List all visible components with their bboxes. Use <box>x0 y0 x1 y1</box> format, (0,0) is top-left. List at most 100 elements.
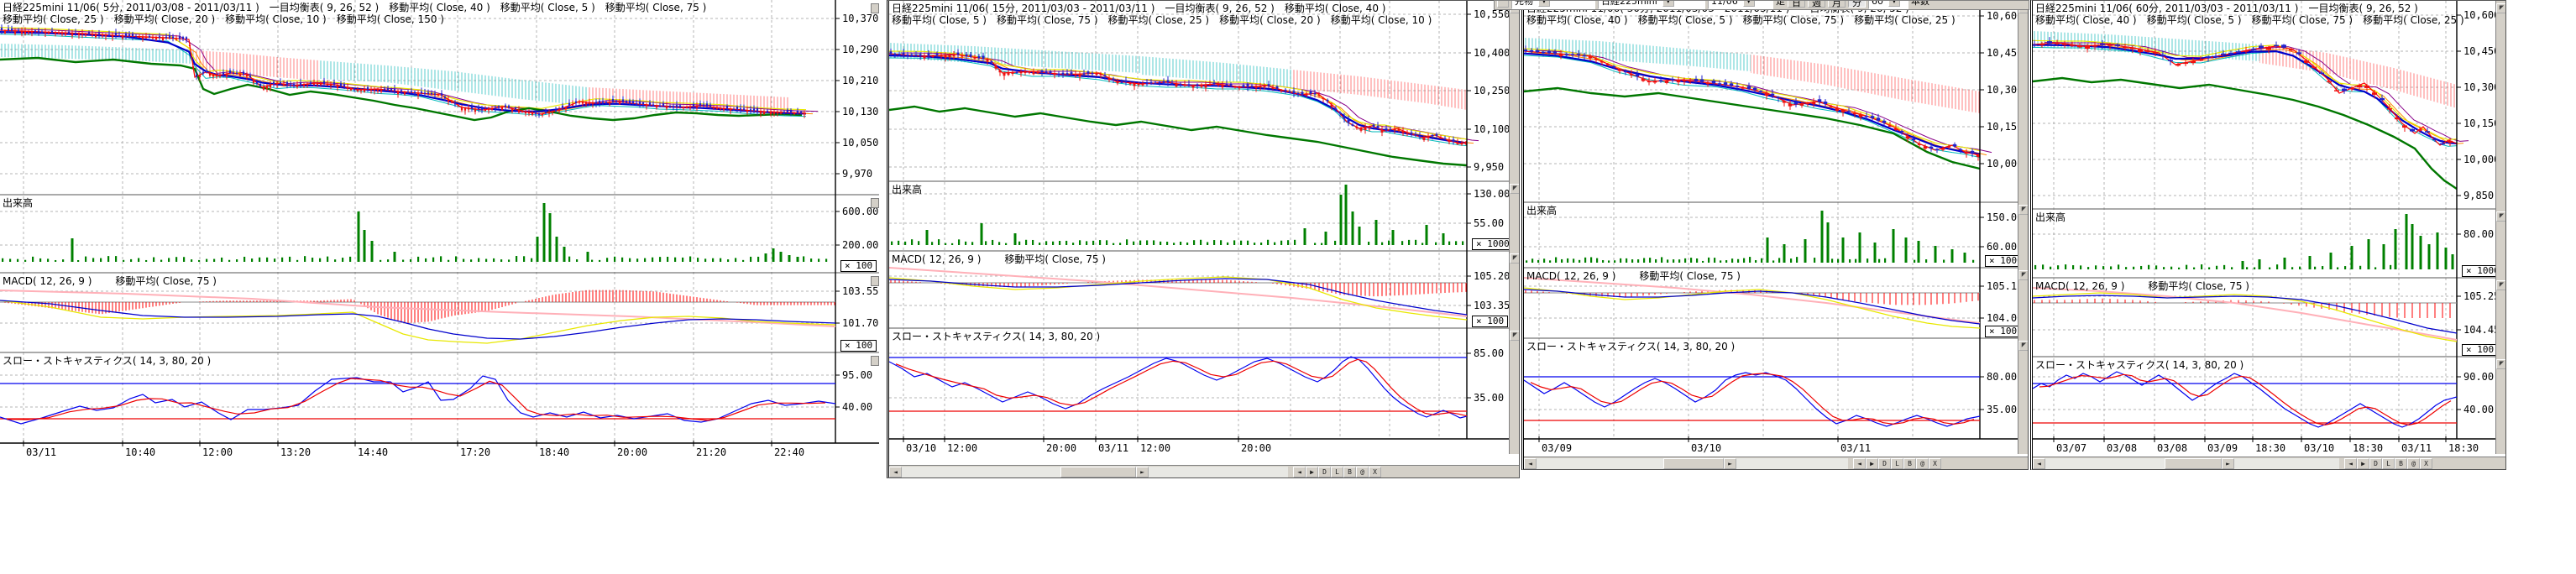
section-resize-button[interactable]: ◤ <box>2496 3 2506 13</box>
candlestick <box>1835 108 1840 111</box>
mini-toolbar-button[interactable]: ▶ <box>1866 458 1878 469</box>
scroll-right-button[interactable]: ► <box>2222 458 2234 469</box>
candlestick <box>894 54 897 55</box>
period-minute-button[interactable]: 分 <box>1848 0 1866 8</box>
scrollbar-track[interactable] <box>1149 467 1288 477</box>
candlestick <box>518 110 520 112</box>
scroll-right-button[interactable]: ► <box>1724 458 1736 469</box>
category-dropdown[interactable]: 先物▼ <box>1511 0 1595 9</box>
section-resize-button[interactable]: ◤ <box>2018 270 2029 280</box>
candlestick <box>646 105 647 107</box>
candlestick <box>55 33 56 34</box>
mini-toolbar-button[interactable]: D <box>1878 458 1891 469</box>
section-resize-button[interactable]: ◤ <box>2018 205 2029 215</box>
candlestick <box>384 89 385 91</box>
mini-toolbar-button[interactable]: B <box>1903 458 1916 469</box>
mini-toolbar-button[interactable]: X <box>1929 458 1941 469</box>
volume-bar <box>1543 258 1545 263</box>
scrollbar-thumb[interactable] <box>1663 458 1724 469</box>
volume-bar <box>1254 243 1255 245</box>
candlestick <box>1859 115 1863 117</box>
period-monthly-button[interactable]: 月 <box>1828 0 1846 8</box>
mini-toolbar-button[interactable]: ◄ <box>2344 458 2357 469</box>
instrument-dropdown[interactable]: 日経225mini▼ <box>1598 0 1705 9</box>
section-resize-button[interactable]: ◤ <box>2496 280 2506 290</box>
volume-bar <box>958 239 960 245</box>
candlestick <box>1457 143 1459 144</box>
volume-bar <box>1531 258 1533 263</box>
section-resize-button[interactable]: ◤ <box>2496 359 2506 369</box>
candlestick <box>21 31 23 34</box>
scroll-left-button[interactable]: ◄ <box>1524 458 1537 469</box>
mini-toolbar-button[interactable]: ▶ <box>2357 458 2369 469</box>
axis-tick-label: 60.00 <box>1987 241 2017 253</box>
section-resize-button[interactable]: ◤ <box>1510 331 1520 341</box>
candlestick <box>542 114 543 116</box>
mini-toolbar-button[interactable]: @ <box>2407 458 2420 469</box>
scroll-left-button[interactable]: ◄ <box>2033 458 2045 469</box>
axis-tick-label: 104.45 <box>2463 324 2500 336</box>
candlestick <box>919 54 922 55</box>
axis-scroll-nub[interactable] <box>871 276 879 286</box>
macd-multiplier-box: × 100 <box>1472 316 1508 327</box>
scrollbar-track[interactable] <box>2234 458 2339 469</box>
candlestick <box>1050 71 1052 73</box>
horizontal-scrollbar[interactable]: ◄►◄▶DLB@X <box>889 465 1520 478</box>
scrollbar-track[interactable] <box>1537 458 1663 469</box>
macd-multiplier-box: × 100 <box>2462 344 2498 356</box>
section-resize-button[interactable]: ◤ <box>1510 184 1520 194</box>
section-resize-button[interactable]: ◤ <box>2018 341 2029 351</box>
horizontal-scrollbar[interactable]: ◄►◄▶DLB@X <box>1524 457 2029 470</box>
period-daily-button[interactable]: 日 <box>1788 0 1805 8</box>
axis-scroll-nub[interactable] <box>871 356 879 366</box>
candlestick <box>1352 124 1354 126</box>
scrollbar-track[interactable] <box>2045 458 2165 469</box>
mini-toolbar-button[interactable]: D <box>1318 467 1331 477</box>
candlestick <box>999 70 1002 72</box>
mini-toolbar-button[interactable]: ◄ <box>1293 467 1306 477</box>
horizontal-scrollbar[interactable]: ◄►◄▶DLB@X <box>2033 457 2506 470</box>
mini-toolbar-button[interactable]: ◄ <box>1853 458 1866 469</box>
scroll-right-button[interactable]: ► <box>1136 467 1149 477</box>
mini-toolbar-button[interactable]: D <box>2369 458 2382 469</box>
macd-ma-label: 移動平均( Close, 75 ) <box>1004 253 1106 265</box>
mini-toolbar-button[interactable]: L <box>1891 458 1903 469</box>
candlestick <box>448 99 449 102</box>
candlestick <box>1559 54 1563 56</box>
mini-toolbar-button[interactable]: @ <box>1356 467 1369 477</box>
volume-bar <box>1207 242 1208 245</box>
mini-toolbar-button[interactable]: L <box>2382 458 2395 469</box>
volume-bar <box>1352 211 1354 245</box>
mini-toolbar: ◄▶DLB@X <box>1853 458 1941 469</box>
candlestick <box>212 74 214 76</box>
time-tick-label: 03/09 <box>1542 442 1572 454</box>
scroll-left-button[interactable]: ◄ <box>889 467 902 477</box>
mini-toolbar-button[interactable]: L <box>1331 467 1343 477</box>
period-weekly-button[interactable]: 週 <box>1808 0 1825 8</box>
minute-count-spinner[interactable]: 60▼ <box>1868 0 1908 9</box>
candlestick <box>48 32 50 34</box>
contract-month-dropdown[interactable]: 11/06▼ <box>1708 0 1773 9</box>
axis-scroll-nub[interactable] <box>871 3 879 13</box>
mini-toolbar-button[interactable]: X <box>1369 467 1381 477</box>
candlestick <box>1008 73 1010 76</box>
candlestick <box>333 82 335 85</box>
mini-toolbar-button[interactable]: @ <box>1916 458 1929 469</box>
axis-scroll-nub[interactable] <box>871 198 879 208</box>
section-resize-button[interactable]: ◤ <box>1510 253 1520 264</box>
scrollbar-track[interactable] <box>902 467 1060 477</box>
mini-toolbar-button[interactable]: B <box>2395 458 2407 469</box>
mini-toolbar-button[interactable]: X <box>2420 458 2432 469</box>
candlestick <box>189 44 191 46</box>
mini-toolbar-button[interactable]: ▶ <box>1306 467 1318 477</box>
volume-bar <box>523 256 525 262</box>
scrollbar-track[interactable] <box>1736 458 1848 469</box>
candlestick <box>1289 91 1291 93</box>
section-resize-button[interactable]: ◤ <box>2496 211 2506 222</box>
volume-bar <box>981 223 983 245</box>
mini-toolbar-button[interactable]: B <box>1343 467 1356 477</box>
scrollbar-thumb[interactable] <box>1060 467 1136 477</box>
toolbar-handle-button[interactable] <box>1497 0 1509 8</box>
volume-bar <box>591 260 593 262</box>
scrollbar-thumb[interactable] <box>2165 458 2222 469</box>
